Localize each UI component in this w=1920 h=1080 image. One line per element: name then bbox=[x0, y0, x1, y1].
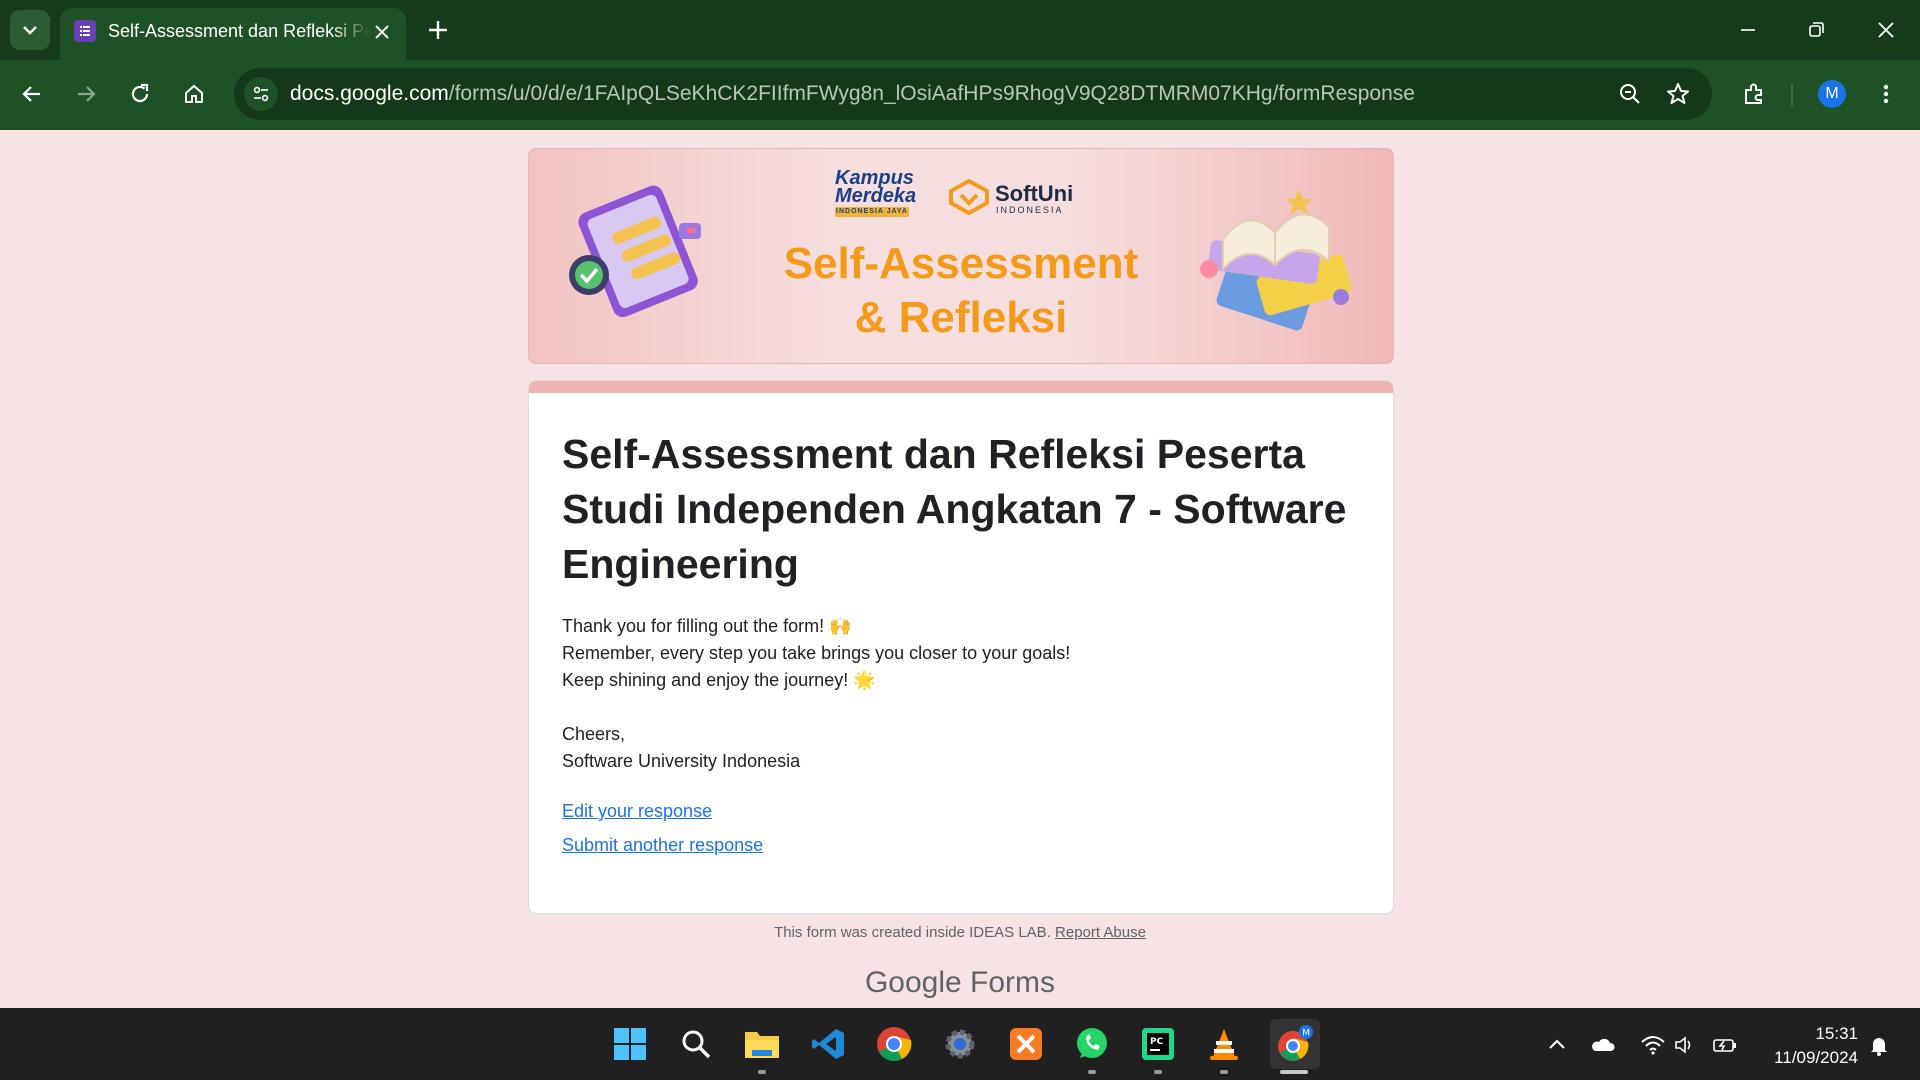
running-indicator bbox=[758, 1070, 766, 1074]
extensions-icon[interactable] bbox=[1738, 78, 1770, 110]
reload-icon[interactable] bbox=[124, 78, 156, 110]
confirmation-message: Thank you for filling out the form! 🙌 Re… bbox=[562, 613, 1362, 775]
clipboard-illustration bbox=[569, 185, 701, 318]
browser-toolbar: docs.google.com/forms/u/0/d/e/1FAIpQLSeK… bbox=[0, 60, 1920, 130]
kampus-merdeka-logo: Kampus Merdeka INDONESIA JAYA bbox=[835, 168, 927, 217]
softuni-mark-icon bbox=[949, 179, 989, 215]
tab-title: Self-Assessment dan Refleksi Peserta Stu… bbox=[108, 21, 370, 41]
system-clock[interactable]: 15:31 11/09/2024 bbox=[1748, 1022, 1858, 1070]
url-host: docs.google.com bbox=[290, 82, 449, 105]
logo-kampus-sub: INDONESIA JAYA bbox=[835, 207, 909, 217]
forward-icon[interactable] bbox=[70, 78, 102, 110]
active-indicator bbox=[1280, 1070, 1308, 1074]
windows-start-icon[interactable] bbox=[610, 1024, 650, 1064]
card-accent-bar bbox=[529, 381, 1393, 393]
page-content: Kampus Merdeka INDONESIA JAYA SoftUni IN… bbox=[0, 130, 1920, 1008]
report-abuse-link[interactable]: Report Abuse bbox=[1055, 924, 1146, 941]
battery-icon[interactable] bbox=[1712, 1032, 1738, 1058]
logo-softuni-text: SoftUni bbox=[995, 181, 1074, 206]
wifi-icon[interactable] bbox=[1640, 1032, 1666, 1058]
google-wordmark: Google bbox=[864, 966, 962, 999]
clock-time: 15:31 bbox=[1815, 1024, 1858, 1043]
banner-title-line2: & Refleksi bbox=[854, 293, 1068, 342]
restore-icon[interactable] bbox=[1802, 16, 1830, 44]
whatsapp-icon[interactable] bbox=[1072, 1024, 1112, 1064]
footer-note: This form was created inside IDEAS LAB. … bbox=[0, 924, 1920, 941]
edit-response-link[interactable]: Edit your response bbox=[562, 801, 712, 822]
pycharm-icon[interactable]: PC bbox=[1138, 1024, 1178, 1064]
message-line bbox=[562, 694, 1362, 721]
form-header-banner: Kampus Merdeka INDONESIA JAYA SoftUni IN… bbox=[528, 148, 1394, 364]
notification-bell-icon[interactable] bbox=[1866, 1032, 1892, 1058]
footer-note-text: This form was created inside IDEAS LAB. bbox=[774, 924, 1051, 941]
forms-wordmark: Forms bbox=[970, 966, 1056, 999]
home-icon[interactable] bbox=[178, 78, 210, 110]
message-line: Thank you for filling out the form! 🙌 bbox=[562, 616, 852, 636]
message-line: Keep shining and enjoy the journey! 🌟 bbox=[562, 670, 876, 690]
running-indicator bbox=[1088, 1070, 1096, 1074]
chrome-profile-icon[interactable]: M bbox=[1270, 1019, 1320, 1069]
svg-text:PC: PC bbox=[1150, 1037, 1164, 1047]
plus-icon[interactable] bbox=[424, 16, 452, 44]
toolbar-divider bbox=[1791, 84, 1793, 106]
back-icon[interactable] bbox=[16, 78, 48, 110]
close-window-icon[interactable] bbox=[1872, 16, 1900, 44]
zoom-icon[interactable] bbox=[1616, 80, 1644, 108]
minimize-icon[interactable] bbox=[1734, 16, 1762, 44]
site-settings-icon[interactable] bbox=[244, 77, 278, 111]
url-path: /forms/u/0/d/e/1FAIpQLSeKhCK2FIIfmFWyg8n… bbox=[448, 82, 1415, 105]
file-explorer-icon[interactable] bbox=[742, 1024, 782, 1064]
running-indicator bbox=[1220, 1070, 1228, 1074]
clock-date: 11/09/2024 bbox=[1774, 1048, 1858, 1067]
xampp-icon[interactable] bbox=[1006, 1024, 1046, 1064]
more-vert-icon[interactable] bbox=[1870, 78, 1902, 110]
message-line: Cheers, bbox=[562, 724, 626, 744]
submit-another-link[interactable]: Submit another response bbox=[562, 835, 763, 856]
bookmark-star-icon[interactable] bbox=[1664, 80, 1692, 108]
banner-title: Self-Assessment & Refleksi bbox=[749, 237, 1173, 345]
profile-avatar[interactable]: M bbox=[1818, 80, 1846, 108]
message-line: Software University Indonesia bbox=[562, 751, 801, 771]
form-title: Self-Assessment dan Refleksi Peserta Stu… bbox=[562, 431, 1347, 587]
vlc-icon[interactable] bbox=[1204, 1024, 1244, 1064]
volume-icon[interactable] bbox=[1672, 1032, 1698, 1058]
chrome-icon[interactable] bbox=[874, 1024, 914, 1064]
onedrive-icon[interactable] bbox=[1590, 1032, 1616, 1058]
logo-merdeka-text: Merdeka bbox=[835, 185, 917, 207]
url-text[interactable]: docs.google.com/forms/u/0/d/e/1FAIpQLSeK… bbox=[290, 82, 1415, 106]
vscode-icon[interactable] bbox=[808, 1024, 848, 1064]
address-bar[interactable]: docs.google.com/forms/u/0/d/e/1FAIpQLSeK… bbox=[234, 68, 1712, 120]
tab-strip: Self-Assessment dan Refleksi Peserta Stu… bbox=[0, 0, 1920, 60]
close-icon[interactable] bbox=[372, 22, 392, 42]
tab-search-icon[interactable] bbox=[10, 10, 50, 50]
svg-text:M: M bbox=[1302, 1029, 1310, 1039]
banner-title-line1: Self-Assessment bbox=[783, 239, 1139, 288]
google-forms-logo[interactable]: Google Forms bbox=[0, 966, 1920, 1000]
running-indicator bbox=[1154, 1070, 1162, 1074]
forms-favicon-icon bbox=[74, 20, 96, 42]
logo-softuni-sub: INDONESIA bbox=[996, 205, 1064, 215]
message-line: Remember, every step you take brings you… bbox=[562, 643, 1071, 663]
books-illustration bbox=[1200, 189, 1352, 331]
chevron-up-icon[interactable] bbox=[1544, 1032, 1570, 1058]
settings-icon[interactable] bbox=[940, 1024, 980, 1064]
search-icon[interactable] bbox=[676, 1024, 716, 1064]
windows-taskbar: PC M 15:31 11/09/2024 bbox=[0, 1008, 1920, 1080]
confirmation-card: Self-Assessment dan Refleksi Peserta Stu… bbox=[528, 380, 1394, 914]
softuni-logo: SoftUni INDONESIA bbox=[945, 175, 1085, 215]
active-tab[interactable]: Self-Assessment dan Refleksi Peserta Stu… bbox=[60, 8, 406, 60]
